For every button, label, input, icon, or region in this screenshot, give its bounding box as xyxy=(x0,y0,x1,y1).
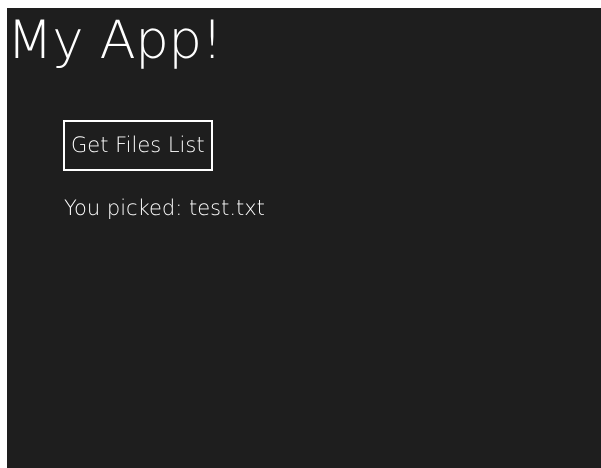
picked-label: You picked: xyxy=(64,196,183,220)
page-title: My App! xyxy=(7,10,223,71)
get-files-list-button[interactable]: Get Files List xyxy=(63,120,213,171)
app-window: My App! Get Files List You picked: test.… xyxy=(7,8,601,468)
picked-file-status: You picked: test.txt xyxy=(64,196,265,221)
picked-filename: test.txt xyxy=(189,196,265,220)
